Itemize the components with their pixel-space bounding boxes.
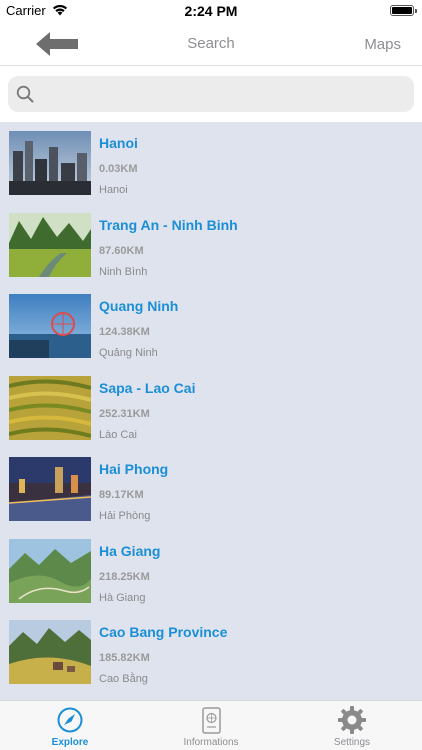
tab-bar: Explore Informations Settings [0, 700, 422, 750]
page-title: Search [187, 35, 235, 52]
place-region: Cao Bằng [99, 673, 148, 685]
place-region: Hanoi [99, 184, 128, 196]
list-item[interactable]: Hanoi 0.03KM Hanoi [0, 122, 422, 204]
place-thumbnail [9, 457, 91, 521]
list-item[interactable]: Cao Bang Province 185.82KM Cao Bằng [0, 611, 422, 693]
compass-icon [57, 707, 83, 733]
place-name: Hanoi [99, 135, 138, 151]
tab-informations[interactable]: Informations [141, 701, 281, 750]
list-item[interactable]: Trang An - Ninh Binh 87.60KM Ninh Bình [0, 204, 422, 286]
place-distance: 0.03KM [99, 163, 138, 175]
list-item[interactable]: Ha Giang 218.25KM Hà Giang [0, 530, 422, 612]
place-distance: 218.25KM [99, 570, 150, 583]
place-region: Hải Phòng [99, 510, 151, 522]
gear-icon [338, 706, 366, 734]
tab-label: Settings [333, 737, 371, 748]
status-bar: Carrier 2:24 PM [0, 0, 422, 22]
search-input[interactable] [40, 76, 400, 112]
place-distance: 89.17KM [99, 489, 144, 501]
place-region: Quảng Ninh [99, 347, 158, 359]
clock: 2:24 PM [184, 3, 238, 19]
place-name: Sapa - Lao Cai [99, 379, 196, 396]
places-list: Hanoi 0.03KM Hanoi Trang An - Ninh Binh … [0, 122, 422, 700]
passport-icon [202, 707, 221, 734]
place-distance: 87.60KM [99, 244, 144, 257]
search-bar-container [0, 67, 422, 122]
navigation-bar: Search Maps [0, 22, 422, 66]
list-item[interactable]: Hai Phong 89.17KM Hải Phòng [0, 448, 422, 530]
tab-label: Informations [183, 737, 239, 748]
place-region: Ninh Bình [99, 265, 148, 278]
place-name: Cao Bang Province [99, 624, 228, 640]
search-bar [8, 76, 414, 112]
place-name: Trang An - Ninh Binh [99, 216, 238, 233]
tab-settings[interactable]: Settings [282, 701, 422, 750]
place-distance: 124.38KM [99, 326, 150, 338]
place-region: Hà Giang [99, 591, 146, 604]
place-region: Lào Cai [99, 428, 137, 441]
place-thumbnail [9, 212, 91, 277]
place-name: Quang Ninh [99, 298, 179, 314]
place-name: Hai Phong [99, 461, 169, 477]
place-thumbnail [9, 538, 91, 603]
place-thumbnail [9, 375, 91, 440]
place-thumbnail [9, 294, 91, 358]
place-thumbnail [9, 131, 91, 195]
place-thumbnail [9, 620, 91, 684]
place-distance: 185.82KM [99, 652, 150, 664]
battery-icon [390, 5, 417, 16]
search-icon [16, 85, 34, 103]
place-name: Ha Giang [99, 542, 161, 559]
maps-button[interactable]: Maps [364, 36, 401, 53]
tab-explore[interactable]: Explore [0, 701, 140, 750]
list-item[interactable]: Quang Ninh 124.38KM Quảng Ninh [0, 285, 422, 367]
place-distance: 252.31KM [99, 407, 150, 420]
list-item[interactable]: Sapa - Lao Cai 252.31KM Lào Cai [0, 367, 422, 449]
tab-label: Explore [51, 737, 89, 748]
